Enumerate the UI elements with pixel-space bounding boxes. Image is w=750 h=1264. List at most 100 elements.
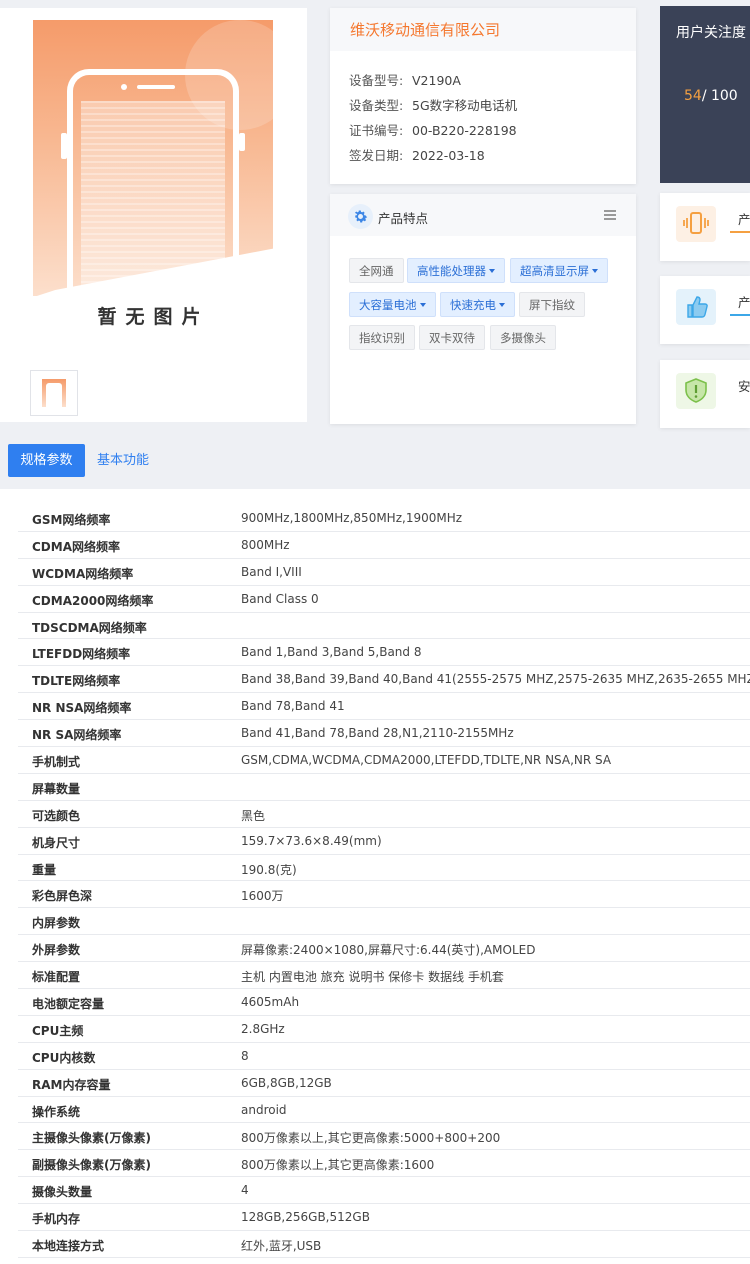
spec-label: 本地连接方式 bbox=[32, 1239, 105, 1254]
feature-tag-label: 双卡双待 bbox=[429, 331, 475, 345]
spec-label: 电池额定容量 bbox=[32, 997, 105, 1012]
chevron-down-icon bbox=[419, 303, 426, 307]
spec-label: 操作系统 bbox=[32, 1104, 81, 1119]
spec-value: Band 78,Band 41 bbox=[241, 699, 345, 714]
spec-label: 主摄像头像素(万像素) bbox=[32, 1131, 151, 1146]
spec-label: 屏幕数量 bbox=[32, 781, 81, 796]
table-row: 可选颜色 黑色 bbox=[18, 801, 750, 828]
image-thumbnail[interactable] bbox=[30, 370, 78, 416]
feature-tag[interactable]: 全网通 bbox=[349, 258, 404, 283]
spec-value: 128GB,256GB,512GB bbox=[241, 1210, 370, 1225]
side-card-safety[interactable]: 安 bbox=[660, 360, 750, 428]
table-row: 手机内存 128GB,256GB,512GB bbox=[18, 1204, 750, 1232]
spec-label: TDLTE网络频率 bbox=[32, 674, 121, 689]
user-attention-card: 用户关注度 54/ 100 bbox=[660, 6, 750, 183]
spec-table: GSM网络频率 900MHz,1800MHz,850MHz,1900MHz CDMA… bbox=[0, 489, 750, 1264]
feature-tag-label: 大容量电池 bbox=[359, 298, 417, 312]
shield-alert-icon bbox=[676, 373, 716, 409]
company-name: 维沃移动通信有限公司 bbox=[350, 21, 501, 39]
attention-score: 54/ 100 bbox=[684, 88, 738, 104]
feature-tag[interactable]: 屏下指纹 bbox=[519, 292, 585, 317]
side-card-product-1[interactable]: 产 bbox=[660, 193, 750, 261]
info-row: 设备类型: 5G数字移动电话机 bbox=[349, 96, 617, 121]
info-value: 00-B220-228198 bbox=[412, 123, 517, 138]
chevron-down-icon bbox=[592, 269, 598, 273]
spec-label: 手机内存 bbox=[32, 1212, 81, 1227]
feature-tag[interactable]: 双卡双待 bbox=[419, 325, 485, 350]
chevron-down-icon bbox=[499, 303, 505, 307]
feature-tag-label: 多摄像头 bbox=[500, 331, 546, 345]
features-title: 产品特点 bbox=[378, 211, 429, 226]
vibrating-phone-icon bbox=[676, 206, 716, 242]
chevron-down-icon bbox=[489, 269, 495, 273]
spec-value: GSM,CDMA,WCDMA,CDMA2000,LTEFDD,TDLTE,NR … bbox=[241, 753, 612, 768]
info-row: 签发日期: 2022-03-18 bbox=[349, 146, 617, 171]
product-image-card: 暂无图片 bbox=[0, 8, 307, 422]
spec-label: 机身尺寸 bbox=[32, 835, 81, 850]
spec-value: 黑色 bbox=[241, 808, 266, 823]
spec-label: RAM内存容量 bbox=[32, 1077, 111, 1092]
tab-bar: 规格参数 基本功能 bbox=[0, 433, 750, 489]
spec-value: 190.8(克) bbox=[241, 862, 297, 877]
spec-value: 800万像素以上,其它更高像素:5000+800+200 bbox=[241, 1131, 501, 1146]
spec-value: Band Class 0 bbox=[241, 591, 319, 606]
table-row: CDMA2000网络频率 Band Class 0 bbox=[18, 586, 750, 613]
feature-tag-label: 指纹识别 bbox=[359, 331, 405, 345]
feature-tag-label: 超高清显示屏 bbox=[520, 264, 589, 278]
feature-tag[interactable]: 指纹识别 bbox=[349, 325, 415, 350]
table-row: GSM网络频率 900MHz,1800MHz,850MHz,1900MHz bbox=[18, 505, 750, 532]
spec-label: NR NSA网络频率 bbox=[32, 701, 132, 716]
table-row: TDSCDMA网络频率 bbox=[18, 613, 750, 640]
table-row: 手机制式 GSM,CDMA,WCDMA,CDMA2000,LTEFDD,TDLTE… bbox=[18, 747, 750, 774]
info-value: 2022-03-18 bbox=[412, 148, 485, 163]
table-row: 操作系统 android bbox=[18, 1097, 750, 1124]
spec-value: 主机 内置电池 旅充 说明书 保修卡 数据线 手机套 bbox=[241, 970, 504, 985]
table-row: 重量 190.8(克) bbox=[18, 855, 750, 882]
feature-tag[interactable]: 多摄像头 bbox=[490, 325, 556, 350]
spec-value: 1600万 bbox=[241, 889, 284, 904]
feature-tag-label: 全网通 bbox=[359, 264, 394, 278]
spec-label: WCDMA网络频率 bbox=[32, 566, 134, 581]
spec-label: CDMA2000网络频率 bbox=[32, 593, 154, 608]
thumbs-up-icon bbox=[676, 289, 716, 325]
spec-value: 8 bbox=[241, 1048, 249, 1063]
side-card-product-2[interactable]: 产 bbox=[660, 276, 750, 344]
table-row: RAM内存容量 6GB,8GB,12GB bbox=[18, 1070, 750, 1097]
info-row: 证书编号: 00-B220-228198 bbox=[349, 121, 617, 146]
table-row: 主摄像头像素(万像素) 800万像素以上,其它更高像素:5000+800+200 bbox=[18, 1123, 750, 1151]
spec-label: LTEFDD网络频率 bbox=[32, 647, 131, 662]
feature-tag[interactable]: 高性能处理器 bbox=[407, 258, 505, 283]
info-value: V2190A bbox=[412, 73, 461, 88]
spec-label: CPU主频 bbox=[32, 1023, 84, 1038]
info-label: 证书编号: bbox=[349, 123, 404, 138]
table-row: LTEFDD网络频率 Band 1,Band 3,Band 5,Band 8 bbox=[18, 639, 750, 667]
spec-label: CDMA网络频率 bbox=[32, 539, 120, 554]
spec-value: 800万像素以上,其它更高像素:1600 bbox=[241, 1158, 435, 1173]
info-value: 5G数字移动电话机 bbox=[412, 98, 518, 113]
table-row: 屏幕数量 bbox=[18, 774, 750, 801]
table-row: WCDMA网络频率 Band I,VIII bbox=[18, 559, 750, 586]
feature-tag-label: 屏下指纹 bbox=[529, 298, 575, 312]
info-row: 设备型号: V2190A bbox=[349, 71, 617, 96]
table-row: 电池额定容量 4605mAh bbox=[18, 989, 750, 1016]
feature-tag[interactable]: 超高清显示屏 bbox=[510, 258, 608, 283]
spec-value: android bbox=[241, 1102, 287, 1117]
spec-label: 彩色屏色深 bbox=[32, 889, 93, 904]
feature-tag-label: 高性能处理器 bbox=[417, 264, 486, 278]
spec-value: Band 1,Band 3,Band 5,Band 8 bbox=[241, 645, 422, 660]
table-row: 机身尺寸 159.7×73.6×8.49(mm) bbox=[18, 828, 750, 855]
spec-label: 重量 bbox=[32, 862, 57, 877]
info-label: 设备类型: bbox=[349, 98, 404, 113]
spec-value: 800MHz bbox=[241, 537, 290, 552]
spec-label: GSM网络频率 bbox=[32, 513, 111, 527]
table-row: 内屏参数 bbox=[18, 908, 750, 936]
spec-value: 红外,蓝牙,USB bbox=[241, 1239, 322, 1254]
table-row: CPU主频 2.8GHz bbox=[18, 1016, 750, 1043]
table-row: 外屏参数 屏幕像素:2400×1080,屏幕尺寸:6.44(英寸),AMOLED bbox=[18, 935, 750, 963]
menu-icon[interactable] bbox=[604, 210, 616, 220]
tab-basic-functions[interactable]: 基本功能 bbox=[97, 444, 149, 477]
feature-tag[interactable]: 大容量电池 bbox=[349, 292, 436, 317]
feature-tag[interactable]: 快速充电 bbox=[440, 292, 515, 317]
spec-label: 手机制式 bbox=[32, 755, 81, 770]
tab-specifications[interactable]: 规格参数 bbox=[8, 444, 85, 477]
